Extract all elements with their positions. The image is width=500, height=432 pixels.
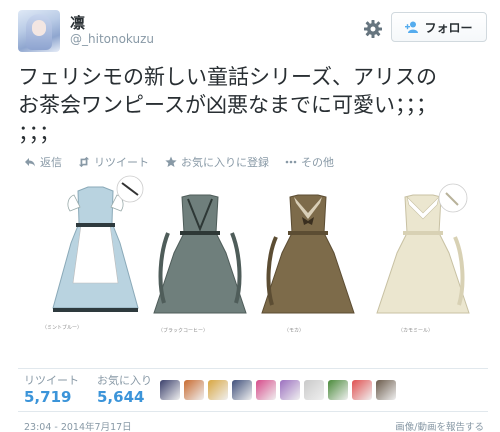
tweet-line: ；；； — [18, 121, 60, 145]
mocha-dress — [261, 194, 355, 314]
dress-caption-2: （ブラックコーヒー） — [158, 328, 209, 334]
reply-label: 返信 — [40, 156, 62, 169]
tweet-line: フェリシモの新しい童話シリーズ、アリスの — [18, 65, 437, 89]
screen-name[interactable]: @_hitonokuzu — [70, 32, 154, 46]
favorite-count: 5,644 — [97, 388, 145, 406]
tweet-stats: リツイート 5,719 お気に入り 5,644 — [24, 372, 152, 408]
favoriter-avatar[interactable] — [256, 380, 276, 400]
favoriter-avatar[interactable] — [328, 380, 348, 400]
gear-icon[interactable] — [363, 19, 383, 39]
display-name[interactable]: 凛 — [70, 12, 85, 33]
reply-action[interactable]: 返信 — [24, 154, 62, 170]
tweet-actions: 返信 リツイート お気に入りに登録 その他 — [24, 154, 334, 170]
follow-button[interactable]: フォロー — [391, 12, 487, 42]
detail-inset — [438, 183, 468, 213]
tweet-photo[interactable]: （ミントブルー） （ブラックコーヒー） （モカ） （カモミール） — [18, 173, 488, 365]
favorite-stat-label: お気に入り — [97, 374, 152, 387]
divider — [18, 368, 488, 369]
favoriter-avatar[interactable] — [160, 380, 180, 400]
retweet-stat[interactable]: リツイート 5,719 — [24, 372, 79, 408]
avatar[interactable] — [18, 10, 60, 52]
reply-icon — [25, 158, 35, 167]
report-media-link[interactable]: 画像/動画を報告する — [395, 419, 484, 432]
favorite-label: お気に入りに登録 — [181, 156, 269, 169]
favorite-stat[interactable]: お気に入り 5,644 — [97, 372, 152, 408]
favoriter-avatar[interactable] — [232, 380, 252, 400]
divider — [18, 411, 488, 412]
dress-caption-3: （モカ） — [284, 328, 305, 334]
retweet-label: リツイート — [94, 156, 149, 169]
favoriter-avatars — [160, 380, 396, 400]
favoriter-avatar[interactable] — [280, 380, 300, 400]
dress-caption-1: （ミントブルー） — [42, 325, 83, 331]
favoriter-avatar[interactable] — [352, 380, 372, 400]
favorite-action[interactable]: お気に入りに登録 — [165, 154, 269, 170]
more-icon — [285, 160, 297, 164]
retweet-action[interactable]: リツイート — [78, 154, 149, 170]
retweet-stat-label: リツイート — [24, 374, 79, 387]
more-label: その他 — [301, 156, 334, 169]
favoriter-avatar[interactable] — [304, 380, 324, 400]
timestamp[interactable]: 23:04 - 2014年7月17日 — [24, 422, 132, 432]
detail-inset — [116, 175, 144, 203]
star-icon — [165, 156, 177, 167]
tweet-text: フェリシモの新しい童話シリーズ、アリスの お茶会ワンピースが凶悪なまでに可愛い；… — [18, 63, 488, 147]
follow-button-label: フォロー — [424, 20, 473, 35]
favoriter-avatar[interactable] — [184, 380, 204, 400]
add-user-icon — [405, 21, 419, 33]
tweet-header: 凛 @_hitonokuzu フォロー — [18, 10, 488, 54]
favoriter-avatar[interactable] — [208, 380, 228, 400]
tweet-line: お茶会ワンピースが凶悪なまでに可愛い；；； — [18, 93, 437, 117]
favoriter-avatar[interactable] — [376, 380, 396, 400]
avatar-face — [32, 20, 46, 36]
retweet-count: 5,719 — [24, 388, 72, 406]
dress-caption-4: （カモミール） — [398, 328, 434, 334]
more-action[interactable]: その他 — [285, 154, 334, 170]
tweet-footer: 23:04 - 2014年7月17日 画像/動画を報告する — [24, 419, 484, 432]
black-coffee-dress — [153, 194, 247, 314]
retweet-icon — [78, 156, 90, 168]
